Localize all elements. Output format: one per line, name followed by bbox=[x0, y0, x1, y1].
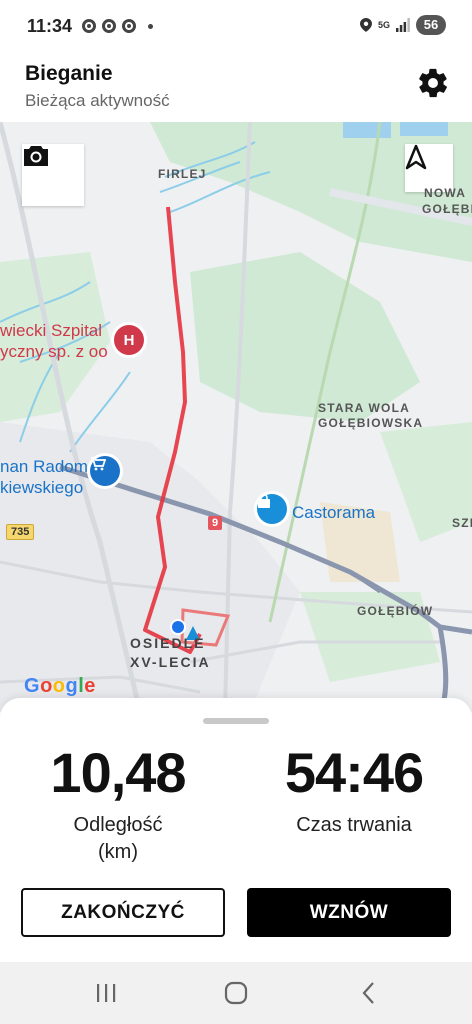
map-label-xv-lecia: XV-LECIA bbox=[130, 654, 211, 670]
map-label-stara-wola-golebiowska: GOŁĘBIOWSKA bbox=[318, 416, 424, 430]
map-label-golebiow: GOŁĘBIÓW bbox=[357, 604, 434, 618]
north-arrow-icon bbox=[405, 144, 427, 170]
resume-activity-button[interactable]: WZNÓW bbox=[247, 888, 451, 937]
current-position-marker bbox=[170, 619, 186, 635]
recent-apps-icon[interactable] bbox=[92, 980, 120, 1006]
camera-icon bbox=[24, 146, 48, 166]
more-notifications-icon bbox=[148, 23, 153, 29]
map-label-osiedle: OSIEDLE bbox=[130, 635, 206, 651]
hospital-icon[interactable]: H bbox=[114, 325, 144, 355]
shopping-cart-icon[interactable] bbox=[90, 456, 120, 486]
poi-castorama[interactable]: Castorama bbox=[292, 502, 375, 523]
signal-icon bbox=[396, 18, 410, 32]
drag-handle[interactable] bbox=[203, 718, 269, 724]
chrome-icon bbox=[122, 19, 136, 33]
system-icons: 5G 56 bbox=[359, 15, 446, 35]
major-road bbox=[439, 624, 472, 635]
water-area bbox=[400, 122, 448, 136]
notification-icons bbox=[82, 19, 153, 33]
poi-radom-store-name[interactable]: nan Radom bbox=[0, 456, 88, 477]
shopping-bag-icon[interactable] bbox=[257, 494, 287, 524]
distance-label: Odległość (km) bbox=[0, 812, 236, 866]
status-time: 11:34 bbox=[27, 16, 73, 36]
poi-radom-store-name-2[interactable]: kiewskiego bbox=[0, 477, 83, 498]
activity-stats-sheet: 10,48 Odległość (km) 54:46 Czas trwania … bbox=[0, 698, 472, 962]
map-label-stara-wola: STARA WOLA bbox=[318, 401, 410, 415]
location-icon bbox=[359, 18, 372, 32]
camera-button[interactable] bbox=[22, 144, 84, 206]
road-badge-9: 9 bbox=[208, 516, 223, 530]
map-label-nowa: NOWA bbox=[424, 186, 467, 200]
road-badge-735: 735 bbox=[6, 524, 35, 540]
map-label-nowa-golebiow: GOŁĘBI bbox=[422, 202, 472, 216]
distance-stat: 10,48 Odległość (km) bbox=[0, 738, 236, 866]
distance-label-line2: (km) bbox=[98, 841, 138, 863]
page-subtitle: Bieżąca aktywność bbox=[25, 91, 170, 110]
poi-hospital-name-2[interactable]: yczny sp. z oo bbox=[0, 341, 108, 362]
poi-hospital-name[interactable]: wiecki Szpital bbox=[0, 320, 102, 341]
end-activity-button[interactable]: ZAKOŃCZYĆ bbox=[21, 888, 225, 937]
map-label-szl: SZL bbox=[452, 516, 472, 530]
distance-value: 10,48 bbox=[50, 741, 186, 804]
status-bar: 11:34 5G 56 bbox=[0, 0, 472, 52]
google-logo: Google bbox=[24, 675, 96, 697]
park-area bbox=[190, 252, 420, 422]
network-type-icon: 5G bbox=[377, 19, 390, 30]
app-header: Bieganie Bieżąca aktywność bbox=[0, 52, 472, 122]
water-area bbox=[343, 122, 391, 138]
chrome-icon bbox=[102, 19, 116, 33]
page-title: Bieganie bbox=[25, 62, 113, 85]
duration-value: 54:46 bbox=[284, 741, 424, 804]
duration-label: Czas trwania bbox=[296, 814, 412, 836]
route-map[interactable]: FIRLEJ NOWA GOŁĘBI STARA WOLA GOŁĘBIOWSK… bbox=[0, 122, 472, 712]
system-navigation-bar bbox=[0, 962, 472, 1024]
settings-gear-icon[interactable] bbox=[416, 66, 450, 100]
chrome-icon bbox=[82, 19, 96, 33]
home-icon[interactable] bbox=[222, 980, 250, 1006]
duration-stat: 54:46 Czas trwania bbox=[236, 738, 472, 839]
distance-label-line1: Odległość bbox=[73, 814, 163, 836]
back-icon[interactable] bbox=[355, 980, 383, 1006]
compass-button[interactable] bbox=[405, 144, 453, 192]
battery-icon: 56 bbox=[416, 15, 446, 35]
map-label-firlej: FIRLEJ bbox=[158, 167, 207, 181]
